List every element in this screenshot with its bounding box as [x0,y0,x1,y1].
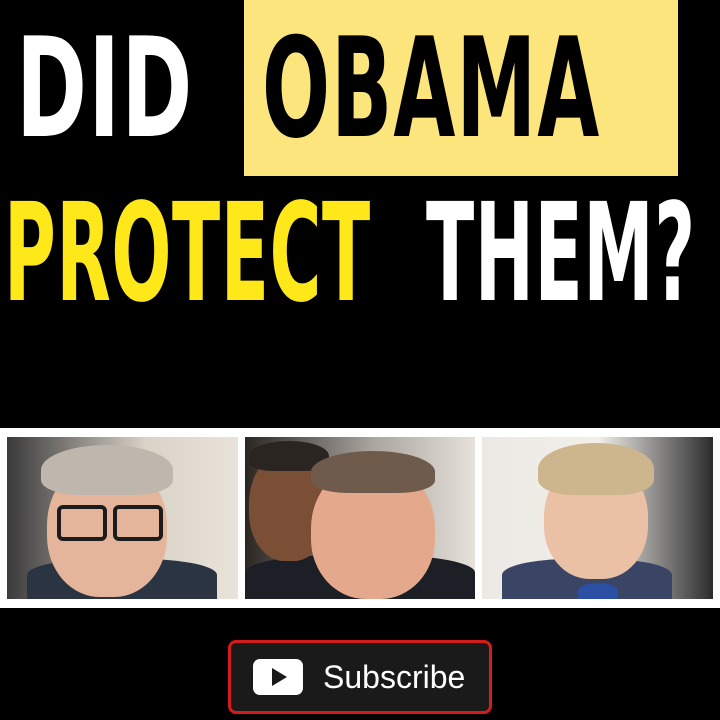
play-icon [253,659,303,695]
headline-word-obama: OBAMA [262,8,601,169]
photo-two-men [245,437,475,599]
photo-strip [0,428,720,608]
subscribe-button[interactable]: Subscribe [228,640,492,714]
glasses-icon [57,505,107,541]
photo-woman-medal [482,437,713,599]
photo-man-glasses [7,437,238,599]
headline-word-protect: PROTECT [4,175,371,333]
headline-word-did: DID [16,8,194,169]
headline-word-them: THEM? [426,175,696,333]
subscribe-label: Subscribe [323,659,466,695]
medal-icon [578,583,618,599]
